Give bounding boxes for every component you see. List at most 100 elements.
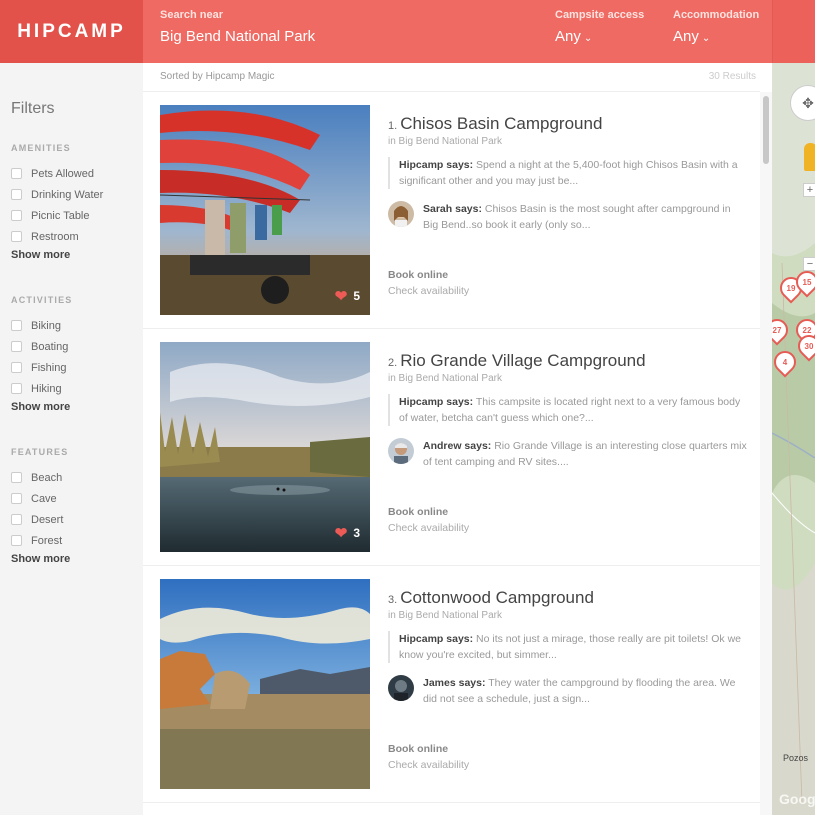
campground-title[interactable]: 1. Chisos Basin Campground — [388, 114, 748, 134]
checkbox[interactable] — [11, 362, 22, 373]
checkbox[interactable] — [11, 320, 22, 331]
accommodation-value[interactable]: Any ⌄ — [673, 28, 710, 45]
checkbox[interactable] — [11, 231, 22, 242]
user-review: James says: They water the campground by… — [388, 675, 748, 707]
filter-forest[interactable]: Forest — [11, 530, 70, 551]
pin-number: 27 — [772, 325, 782, 335]
zoom-in-button[interactable]: + — [803, 183, 815, 197]
hipcamp-says-label: Hipcamp says: — [399, 396, 474, 408]
filter-beach[interactable]: Beach — [11, 467, 70, 488]
campground-title[interactable]: 3. Cottonwood Campground — [388, 588, 748, 608]
checkbox[interactable] — [11, 341, 22, 352]
results-count: 30 Results — [708, 71, 756, 82]
filters-title: Filters — [11, 100, 55, 117]
campground-title[interactable]: 2. Rio Grande Village Campground — [388, 351, 748, 371]
activities-show-more-link[interactable]: Show more — [11, 401, 73, 413]
kayaks-photo — [160, 105, 370, 315]
filter-hiking[interactable]: Hiking — [11, 378, 73, 399]
avatar — [388, 438, 414, 464]
header-edge — [772, 0, 815, 63]
likes-number: 3 — [353, 526, 360, 540]
check-availability-link[interactable]: Check availability — [388, 285, 469, 297]
pin-number: 4 — [782, 357, 788, 367]
checkbox[interactable] — [11, 168, 22, 179]
filter-label: Hiking — [31, 382, 62, 395]
group-heading: ACTIVITIES — [11, 295, 73, 305]
checkbox[interactable] — [11, 493, 22, 504]
accommodation-label: Accommodation — [673, 9, 760, 21]
review-text: Sarah says: Chisos Basin is the most sou… — [423, 201, 748, 233]
likes-count[interactable]: ❤ 5 — [335, 287, 360, 305]
campground-card[interactable]: 3. Cottonwood Campground in Big Bend Nati… — [143, 566, 760, 803]
campground-photo[interactable] — [160, 579, 370, 789]
filter-picnic-table[interactable]: Picnic Table — [11, 205, 103, 226]
user-review: Andrew says: Rio Grande Village is an in… — [388, 438, 748, 470]
filter-label: Forest — [31, 534, 63, 547]
campground-name[interactable]: Cottonwood Campground — [400, 588, 594, 607]
accommodation-dropdown[interactable]: Accommodation Any ⌄ — [673, 0, 772, 63]
amenities-show-more-link[interactable]: Show more — [11, 249, 103, 261]
campground-photo[interactable]: ❤ 5 — [160, 105, 370, 315]
heart-icon: ❤ — [334, 288, 348, 305]
desert-photo — [160, 579, 370, 789]
filter-cave[interactable]: Cave — [11, 488, 70, 509]
filter-label: Biking — [31, 319, 61, 332]
logo-container[interactable]: HIPCAMP — [0, 0, 143, 63]
results-map[interactable]: ✥ + − 19 15 27 22 30 4 Pozos Goog — [772, 63, 815, 815]
filter-label: Desert — [31, 513, 64, 526]
scrollbar-thumb[interactable] — [763, 96, 769, 164]
filter-label: Beach — [31, 471, 63, 484]
checkbox[interactable] — [11, 210, 22, 221]
search-near-input[interactable]: Big Bend National Park — [160, 28, 315, 45]
filter-biking[interactable]: Biking — [11, 315, 73, 336]
likes-count[interactable]: ❤ 3 — [335, 524, 360, 542]
filter-fishing[interactable]: Fishing — [11, 357, 73, 378]
filter-boating[interactable]: Boating — [11, 336, 73, 357]
filter-label: Picnic Table — [31, 209, 90, 222]
chevron-down-icon: ⌄ — [583, 33, 593, 44]
features-group: FEATURES Beach Cave Desert Forest Show m… — [11, 447, 70, 565]
group-heading: FEATURES — [11, 447, 69, 457]
filter-drinking-water[interactable]: Drinking Water — [11, 184, 103, 205]
card-number: 1. — [388, 120, 398, 132]
pin-number: 15 — [802, 277, 812, 287]
filter-label: Restroom — [31, 230, 79, 243]
map-terrain — [772, 63, 815, 815]
hipcamp-logo[interactable]: HIPCAMP — [17, 21, 126, 43]
search-near-field[interactable]: Search near Big Bend National Park — [160, 0, 520, 63]
campsite-access-value[interactable]: Any ⌄ — [555, 28, 592, 45]
campground-name[interactable]: Rio Grande Village Campground — [400, 351, 645, 370]
pin-number: 30 — [804, 341, 814, 351]
check-availability-link[interactable]: Check availability — [388, 759, 469, 771]
results-scrollbar[interactable] — [760, 92, 772, 815]
checkbox[interactable] — [11, 189, 22, 200]
campground-location: in Big Bend National Park — [388, 136, 502, 147]
checkbox[interactable] — [11, 472, 22, 483]
group-heading: AMENITIES — [11, 143, 71, 153]
street-view-icon[interactable] — [804, 143, 815, 171]
book-online-link[interactable]: Book online — [388, 269, 448, 281]
book-online-link[interactable]: Book online — [388, 743, 448, 755]
likes-number: 5 — [353, 289, 360, 303]
checkbox[interactable] — [11, 514, 22, 525]
checkbox[interactable] — [11, 383, 22, 394]
reviewer-label: Andrew says: — [423, 440, 492, 452]
campground-card[interactable]: ❤ 3 2. Rio Grande Village Campground in Bi… — [143, 329, 760, 566]
sort-label[interactable]: Sorted by Hipcamp Magic — [160, 71, 275, 82]
features-show-more-link[interactable]: Show more — [11, 553, 70, 565]
hipcamp-says-label: Hipcamp says: — [399, 633, 474, 645]
campground-card[interactable]: ❤ 5 1. Chisos Basin Campground in Big Bend… — [143, 92, 760, 329]
check-availability-link[interactable]: Check availability — [388, 522, 469, 534]
filter-pets-allowed[interactable]: Pets Allowed — [11, 163, 103, 184]
filter-label: Pets Allowed — [31, 167, 94, 180]
filter-restroom[interactable]: Restroom — [11, 226, 103, 247]
filter-label: Boating — [31, 340, 69, 353]
campsite-access-dropdown[interactable]: Campsite access Any ⌄ — [555, 0, 660, 63]
zoom-out-button[interactable]: − — [803, 257, 815, 271]
checkbox[interactable] — [11, 535, 22, 546]
map-place-label: Pozos — [783, 753, 809, 763]
book-online-link[interactable]: Book online — [388, 506, 448, 518]
campground-name[interactable]: Chisos Basin Campground — [400, 114, 602, 133]
filter-desert[interactable]: Desert — [11, 509, 70, 530]
campground-photo[interactable]: ❤ 3 — [160, 342, 370, 552]
